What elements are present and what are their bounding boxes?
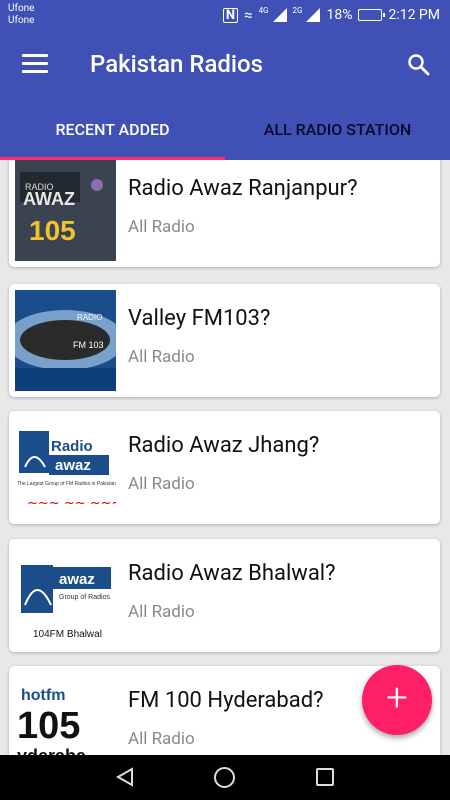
status-bar: Ufone Ufone N ≈ 4G 2G 18% 2:12 PM: [0, 0, 450, 30]
station-category: All Radio: [128, 729, 195, 749]
home-icon[interactable]: [214, 767, 235, 788]
back-icon[interactable]: [115, 767, 135, 787]
network-type-1: 4G: [258, 6, 269, 15]
svg-text:yderaba: yderaba: [17, 746, 87, 755]
station-card[interactable]: RADIO FM 103 Valley FM103? All Radio: [9, 284, 440, 397]
battery-icon: [358, 9, 386, 21]
station-logo: RADIO FM 103: [15, 290, 116, 391]
signal-icon-2: [304, 8, 321, 22]
network-type-2: 2G: [292, 6, 303, 15]
station-title: Radio Awaz Bhalwal?: [128, 561, 336, 586]
station-logo: hotfm 105 yderaba: [15, 672, 116, 755]
station-title: Radio Awaz Ranjanpur?: [128, 176, 358, 201]
add-fab-button[interactable]: +: [362, 665, 432, 735]
svg-text:~~~ ~~ ~~~: ~~~ ~~ ~~~: [27, 496, 116, 511]
station-title: Valley FM103?: [128, 306, 271, 331]
station-card[interactable]: RADIO AWAZ 105 Radio Awaz Ranjanpur? All…: [9, 160, 440, 267]
signal-icon-1: [271, 8, 287, 22]
station-logo: Radio awaz The Largest Group of FM Radio…: [15, 417, 116, 518]
svg-text:The Largest Group of FM Radios: The Largest Group of FM Radios in Pakist…: [17, 481, 116, 487]
station-card[interactable]: Radio awaz The Largest Group of FM Radio…: [9, 411, 440, 524]
station-title: Radio Awaz Jhang?: [128, 433, 320, 458]
station-card[interactable]: awaz Group of Radios 104FM Bhalwal Radio…: [9, 539, 440, 652]
system-nav-bar: [0, 755, 450, 800]
svg-text:105: 105: [29, 215, 76, 246]
svg-text:awaz: awaz: [55, 457, 91, 474]
station-category: All Radio: [128, 474, 195, 494]
station-list[interactable]: RADIO AWAZ 105 Radio Awaz Ranjanpur? All…: [0, 160, 450, 755]
svg-text:FM 103: FM 103: [73, 340, 104, 350]
plus-icon: +: [386, 676, 408, 720]
tab-bar: RECENT ADDED ALL RADIO STATION: [0, 100, 450, 160]
svg-text:Group of Radios: Group of Radios: [59, 594, 110, 601]
recent-apps-icon[interactable]: [316, 768, 334, 786]
station-logo: RADIO AWAZ 105: [15, 160, 116, 261]
svg-text:AWAZ: AWAZ: [23, 189, 75, 209]
page-title: Pakistan Radios: [90, 50, 264, 78]
station-logo: awaz Group of Radios 104FM Bhalwal: [15, 545, 116, 646]
tab-all-radio-station[interactable]: ALL RADIO STATION: [225, 100, 450, 160]
svg-text:Radio: Radio: [51, 438, 93, 455]
carrier-label-1: Ufone: [8, 3, 35, 14]
clock: 2:12 PM: [388, 7, 440, 23]
station-category: All Radio: [128, 217, 195, 237]
hamburger-menu-icon[interactable]: [22, 54, 48, 74]
nfc-icon: N: [222, 7, 239, 23]
search-icon[interactable]: [406, 52, 430, 76]
tab-recent-added[interactable]: RECENT ADDED: [0, 100, 225, 160]
svg-text:105: 105: [17, 705, 80, 747]
svg-text:RADIO: RADIO: [77, 313, 102, 322]
svg-text:hotfm: hotfm: [21, 687, 65, 704]
station-category: All Radio: [128, 347, 195, 367]
svg-text:awaz: awaz: [59, 571, 95, 588]
station-title: FM 100 Hyderabad?: [128, 688, 324, 713]
svg-text:104FM Bhalwal: 104FM Bhalwal: [33, 629, 102, 640]
app-bar: Pakistan Radios: [0, 30, 450, 100]
carrier-label-2: Ufone: [8, 15, 35, 26]
station-category: All Radio: [128, 602, 195, 622]
battery-percent: 18%: [326, 7, 353, 23]
wifi-icon: ≈: [244, 6, 253, 24]
